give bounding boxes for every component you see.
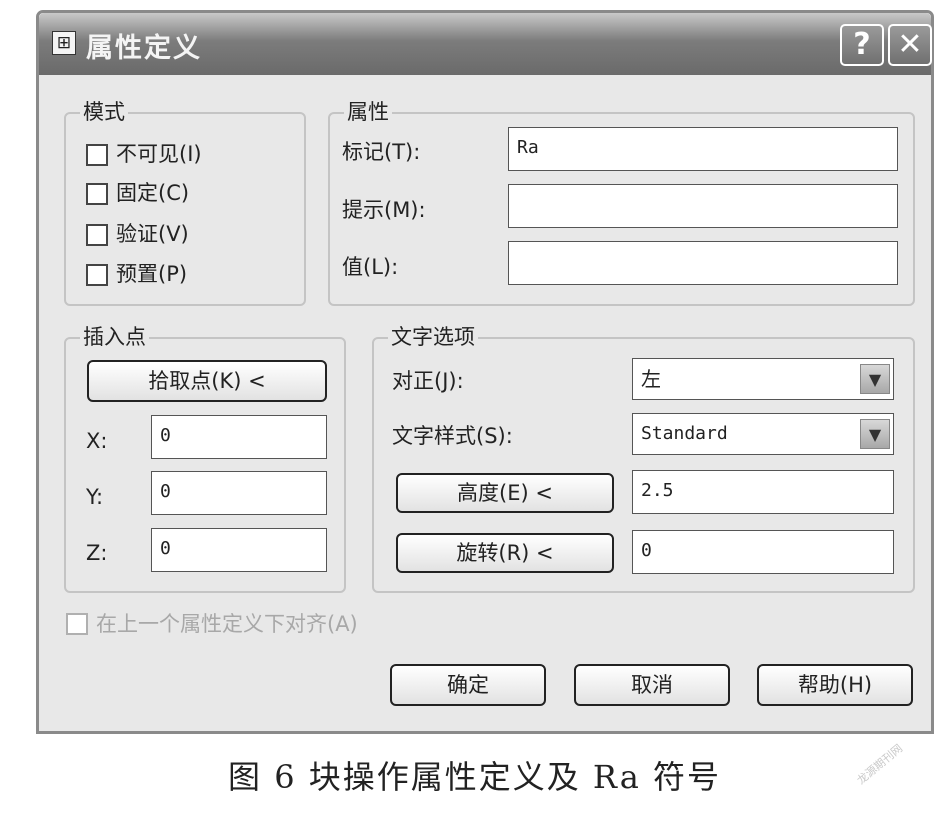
justification-dropdown-icon[interactable]: ▼ [860,364,890,394]
figure-caption: 图 6 块操作属性定义及 Ra 符号 [228,758,721,796]
preset-checkbox[interactable] [86,264,108,286]
ok-button[interactable]: 确定 [390,664,546,706]
dialog-title: 属性定义 [86,33,202,64]
y-input[interactable]: 0 [151,471,327,515]
y-label: Y: [86,485,104,509]
verify-label: 验证(V) [116,222,189,246]
help-title-button[interactable]: ? [840,24,884,66]
rotation-input[interactable]: 0 [632,530,894,574]
tag-label: 标记(T): [342,140,421,164]
constant-checkbox[interactable] [86,183,108,205]
close-button[interactable]: ✕ [888,24,932,66]
justification-value: 左 [641,367,661,391]
height-button[interactable]: 高度(E) < [396,473,614,513]
x-label: X: [86,429,108,453]
preset-label: 预置(P) [116,262,188,286]
x-input[interactable]: 0 [151,415,327,459]
invisible-label: 不可见(I) [116,142,202,166]
text-options-legend: 文字选项 [388,325,478,349]
prompt-label: 提示(M): [342,198,426,222]
pick-point-button[interactable]: 拾取点(K) < [87,360,327,402]
text-style-value: Standard [641,423,728,444]
align-below-label: 在上一个属性定义下对齐(A) [96,612,358,636]
height-input[interactable]: 2.5 [632,470,894,514]
verify-checkbox[interactable] [86,224,108,246]
text-style-label: 文字样式(S): [392,424,513,448]
insertion-point-legend: 插入点 [80,325,149,349]
tag-input[interactable]: Ra [508,127,898,171]
attribute-legend: 属性 [344,100,392,124]
align-below-checkbox[interactable] [66,613,88,635]
justification-label: 对正(J): [392,369,464,393]
justification-select[interactable]: 左 [632,358,894,400]
help-button[interactable]: 帮助(H) [757,664,913,706]
invisible-checkbox[interactable] [86,144,108,166]
text-style-dropdown-icon[interactable]: ▼ [860,419,890,449]
prompt-input[interactable] [508,184,898,228]
cancel-button[interactable]: 取消 [574,664,730,706]
z-input[interactable]: 0 [151,528,327,572]
constant-label: 固定(C) [116,181,190,205]
default-input[interactable] [508,241,898,285]
rotation-button[interactable]: 旋转(R) < [396,533,614,573]
app-icon: ⊞ [52,31,76,55]
mode-legend: 模式 [80,100,128,124]
text-style-select[interactable]: Standard [632,413,894,455]
default-label: 值(L): [342,255,399,279]
z-label: Z: [86,541,108,565]
